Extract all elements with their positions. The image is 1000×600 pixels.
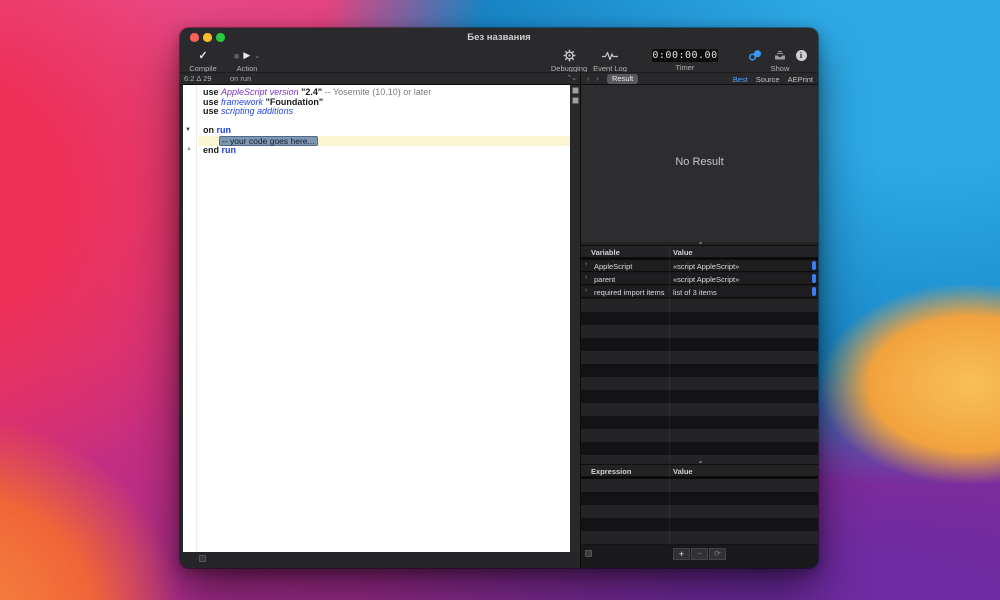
line-stepper-icon[interactable]: ⌃⌄ bbox=[566, 74, 576, 82]
show-tray-button[interactable]: Show bbox=[768, 48, 792, 73]
fold-end-icon: ▲ bbox=[186, 146, 192, 152]
script-editor[interactable]: ▼ ▲ use AppleScript version "2.4" -- Yos… bbox=[183, 85, 570, 552]
result-pane: No Result Variable Value › AppleScript «… bbox=[580, 85, 818, 568]
code-line-5: on run bbox=[198, 126, 570, 136]
keyword: end bbox=[203, 145, 219, 155]
column-expression: Expression bbox=[591, 467, 631, 476]
result-tab[interactable]: Result bbox=[607, 74, 638, 84]
result-panel-bar: ‹ › Result Best Source AEPrint bbox=[580, 73, 818, 84]
editor-gutter[interactable]: ▼ ▲ bbox=[183, 85, 197, 552]
toolbar: ✓ Compile ■ ▶⌄ Action Debugging bbox=[180, 46, 818, 72]
window-title: Без названия bbox=[180, 32, 818, 43]
column-variable: Variable bbox=[591, 248, 620, 257]
handler-name: run bbox=[217, 125, 232, 135]
row-accent-bar[interactable] bbox=[812, 261, 816, 270]
run-icon[interactable]: ▶ bbox=[243, 50, 250, 61]
row-accent-bar[interactable] bbox=[812, 274, 816, 283]
nav-forward-icon[interactable]: › bbox=[596, 74, 599, 83]
keyword: use bbox=[203, 97, 219, 107]
row-name: parent bbox=[594, 275, 615, 284]
splitter-grip[interactable] bbox=[585, 550, 592, 557]
add-expression-button[interactable]: + bbox=[673, 548, 690, 560]
code-line-4 bbox=[198, 117, 570, 127]
refresh-button[interactable]: ⟳ bbox=[709, 548, 726, 560]
row-value: list of 3 items bbox=[673, 288, 717, 297]
marker-button-2[interactable] bbox=[572, 97, 579, 104]
tray-icon bbox=[774, 50, 786, 61]
row-accent-bar[interactable] bbox=[812, 287, 816, 296]
code-area[interactable]: use AppleScript version "2.4" -- Yosemit… bbox=[198, 88, 570, 155]
compile-button[interactable]: ✓ Compile bbox=[182, 48, 224, 73]
comment: -- Yosemite (10.10) or later bbox=[325, 87, 432, 97]
handler-name: run bbox=[222, 145, 237, 155]
variables-header: Variable Value bbox=[581, 245, 818, 258]
variables-empty-rows bbox=[581, 299, 818, 461]
table-row-applescript[interactable]: › AppleScript «script AppleScript» bbox=[581, 260, 818, 272]
string-literal: "2.4" bbox=[301, 87, 322, 97]
waveform-icon bbox=[601, 50, 619, 62]
stop-icon[interactable]: ■ bbox=[234, 51, 239, 61]
info-button[interactable]: i bbox=[790, 48, 812, 63]
context-label: on run bbox=[230, 74, 251, 83]
run-dropdown-icon[interactable]: ⌄ bbox=[254, 52, 260, 60]
expressions-empty-rows bbox=[581, 479, 818, 545]
check-icon: ✓ bbox=[198, 49, 207, 62]
script-debugger-window: Без названия ✓ Compile ■ ▶⌄ Action bbox=[180, 28, 818, 568]
marker-button-1[interactable] bbox=[572, 87, 579, 94]
tab-aeprint[interactable]: AEPrint bbox=[788, 75, 813, 84]
info-icon: i bbox=[796, 50, 807, 61]
keyword: on bbox=[203, 125, 214, 135]
keyword: use bbox=[203, 87, 219, 97]
linked-circles-icon bbox=[748, 50, 762, 61]
editor-pane: ▼ ▲ use AppleScript version "2.4" -- Yos… bbox=[180, 85, 580, 568]
timer-item: 0:00:00.00 Timer bbox=[640, 48, 730, 72]
term: version bbox=[270, 87, 299, 97]
keyword: use bbox=[203, 106, 219, 116]
tab-best[interactable]: Best bbox=[733, 75, 748, 84]
disclosure-icon[interactable]: › bbox=[585, 274, 587, 281]
string-literal: "Foundation" bbox=[266, 97, 324, 107]
timer-display: 0:00:00.00 bbox=[652, 49, 718, 62]
row-name: AppleScript bbox=[594, 262, 632, 271]
table-row-required-import-items[interactable]: › required import items list of 3 items bbox=[581, 286, 818, 298]
event-log-button[interactable]: Event Log bbox=[590, 48, 630, 73]
timer-label: Timer bbox=[640, 63, 730, 72]
remove-expression-button[interactable]: − bbox=[691, 548, 708, 560]
titlebar[interactable]: Без названия bbox=[180, 28, 818, 46]
column-divider bbox=[669, 464, 670, 545]
column-divider bbox=[669, 245, 670, 461]
nav-back-icon[interactable]: ‹ bbox=[587, 74, 590, 83]
expressions-header: Expression Value bbox=[581, 464, 818, 477]
cursor-position: 6:2 ∆ 29 bbox=[184, 74, 212, 83]
no-result-text: No Result bbox=[581, 156, 818, 168]
code-line-6: -- your code goes here... bbox=[198, 136, 570, 146]
marker-strip bbox=[570, 85, 580, 552]
table-row-parent[interactable]: › parent «script AppleScript» bbox=[581, 273, 818, 285]
disclosure-icon[interactable]: › bbox=[585, 287, 587, 294]
term: scripting additions bbox=[221, 106, 293, 116]
row-value: «script AppleScript» bbox=[673, 275, 739, 284]
editor-status-bar: 6:2 ∆ 29 on run ⌃⌄ bbox=[180, 73, 580, 84]
term: AppleScript bbox=[221, 87, 267, 97]
splitter-grip[interactable] bbox=[199, 555, 206, 562]
term: framework bbox=[221, 97, 263, 107]
show-bindings-button[interactable] bbox=[743, 48, 767, 63]
status-row: 6:2 ∆ 29 on run ⌃⌄ ‹ › Result Best Sourc… bbox=[180, 72, 818, 85]
code-line-7: end run bbox=[198, 146, 570, 156]
debugging-button[interactable]: Debugging bbox=[546, 48, 592, 73]
tab-source[interactable]: Source bbox=[756, 75, 780, 84]
code-line-3: use scripting additions bbox=[198, 107, 570, 117]
action-group[interactable]: ■ ▶⌄ Action bbox=[224, 48, 270, 73]
result-area: No Result bbox=[581, 85, 818, 242]
row-name: required import items bbox=[594, 288, 664, 297]
gear-icon bbox=[563, 49, 576, 62]
column-value: Value bbox=[673, 467, 693, 476]
column-value: Value bbox=[673, 248, 693, 257]
disclosure-icon[interactable]: › bbox=[585, 261, 587, 268]
fold-open-icon[interactable]: ▼ bbox=[185, 127, 191, 133]
row-value: «script AppleScript» bbox=[673, 262, 739, 271]
